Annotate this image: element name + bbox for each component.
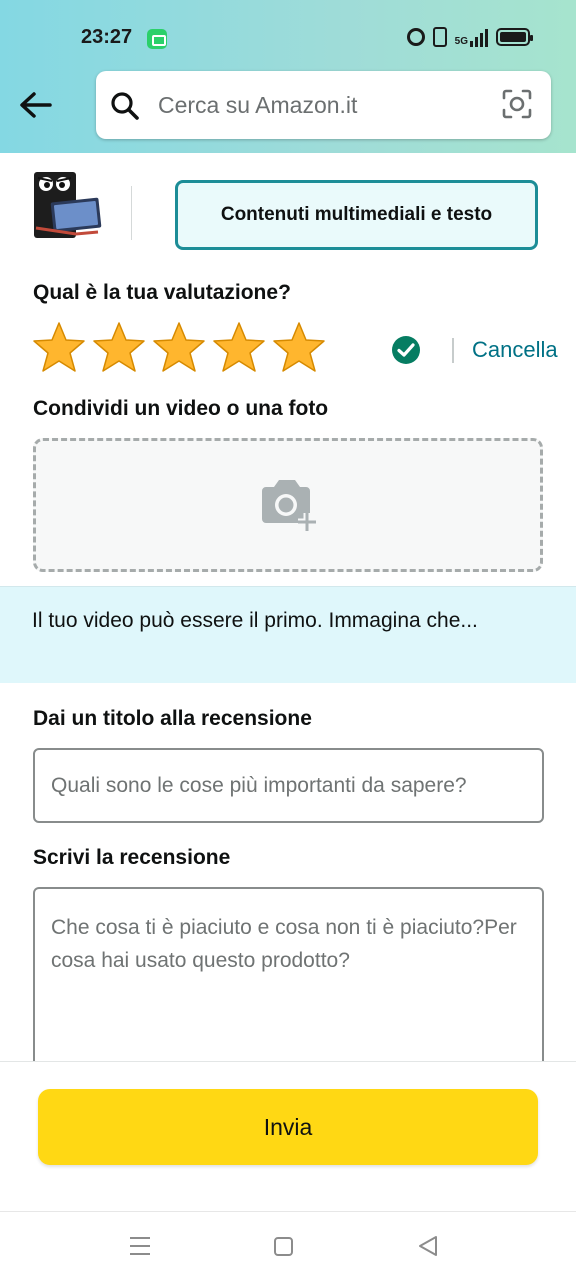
camera-plus-icon	[262, 480, 316, 531]
promo-text: Il tuo video può essere il primo. Immagi…	[32, 609, 478, 632]
header: 23:27 5G Cerca su Amazon.it	[0, 0, 576, 153]
cancel-rating-link[interactable]: Cancella	[472, 337, 558, 363]
promo-banner: Il tuo video può essere il primo. Immagi…	[0, 586, 576, 683]
search-input[interactable]: Cerca su Amazon.it	[158, 92, 357, 119]
submit-button[interactable]: Invia	[38, 1089, 538, 1165]
star-4-icon[interactable]	[211, 320, 267, 376]
notification-app-icon	[147, 29, 167, 49]
signal-icon: 5G	[455, 27, 488, 47]
review-title-input[interactable]	[35, 750, 542, 821]
back-button[interactable]	[16, 86, 56, 126]
vibrate-icon	[432, 27, 447, 47]
battery-icon	[496, 28, 533, 46]
media-title: Condividi un video o una foto	[33, 397, 329, 420]
home-icon[interactable]	[274, 1237, 293, 1256]
star-3-icon[interactable]	[151, 320, 207, 376]
search-icon	[111, 92, 139, 120]
star-5-icon[interactable]	[271, 320, 327, 376]
product-thumbnail	[32, 170, 102, 240]
review-body-textarea[interactable]	[35, 889, 542, 1063]
review-title-label: Dai un titolo alla recensione	[33, 707, 312, 730]
star-1-icon[interactable]	[31, 320, 87, 376]
review-title-field[interactable]	[33, 748, 544, 823]
arrow-left-icon	[20, 92, 52, 118]
star-rating[interactable]	[31, 320, 327, 376]
multimedia-text-button-label: Contenuti multimediali e testo	[220, 204, 493, 225]
system-nav-bar	[0, 1211, 576, 1280]
review-body-label: Scrivi la recensione	[33, 846, 231, 869]
bottom-action-bar: Invia	[0, 1061, 576, 1211]
network-type-label: 5G	[454, 36, 468, 47]
separator	[452, 338, 454, 363]
camera-scan-icon[interactable]	[501, 88, 533, 120]
multimedia-text-button[interactable]: Contenuti multimediali e testo	[175, 180, 538, 250]
search-bar[interactable]: Cerca su Amazon.it	[96, 71, 551, 139]
alarm-icon	[406, 28, 425, 46]
back-triangle-icon[interactable]	[417, 1235, 439, 1257]
menu-icon[interactable]	[129, 1236, 151, 1256]
rating-title: Qual è la tua valutazione?	[33, 281, 291, 304]
media-upload-area[interactable]	[33, 438, 543, 572]
status-bar: 23:27 5G	[0, 0, 576, 70]
status-time: 23:27	[81, 26, 133, 48]
vertical-divider	[131, 186, 132, 240]
review-body-field[interactable]	[33, 887, 544, 1063]
checkmark-icon	[392, 336, 420, 364]
star-2-icon[interactable]	[91, 320, 147, 376]
status-icons: 5G	[406, 27, 533, 47]
